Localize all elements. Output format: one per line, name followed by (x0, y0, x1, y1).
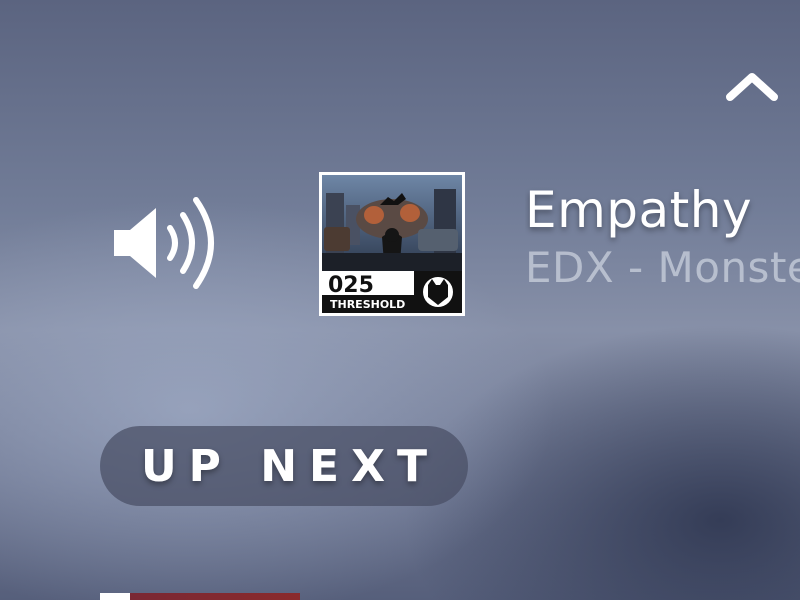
chevron-up-icon (726, 73, 778, 101)
up-next-button[interactable]: UP NEXT (100, 426, 468, 506)
track-title: Empathy (525, 181, 753, 239)
next-track-thumbnail[interactable] (100, 593, 300, 600)
album-number: 025 (328, 273, 374, 298)
album-art[interactable]: 025 THRESHOLD (319, 172, 465, 316)
track-info: Empathy EDX - Monste (525, 178, 800, 294)
up-next-label: UP NEXT (140, 440, 440, 492)
track-artist: EDX - Monste (525, 243, 800, 292)
collapse-button[interactable] (716, 58, 788, 112)
volume-button[interactable] (104, 188, 232, 298)
speaker-volume-icon (114, 197, 214, 289)
album-label: THRESHOLD (330, 298, 405, 311)
